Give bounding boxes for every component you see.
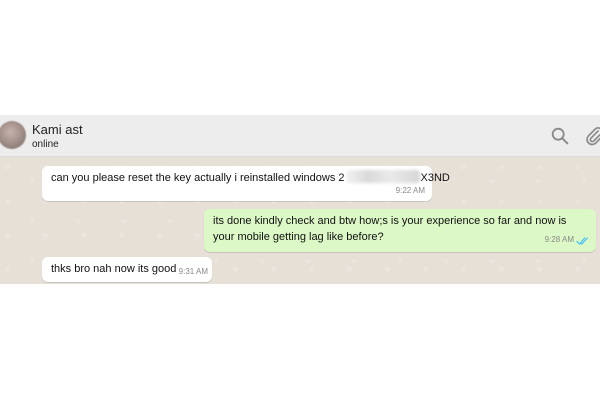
message-incoming[interactable]: can you please reset the key actually i …	[42, 166, 450, 201]
double-check-icon	[576, 237, 588, 245]
contact-name[interactable]: Kami ast	[32, 122, 83, 137]
message-incoming[interactable]: thks bro nah now its good 9:31 AM	[42, 257, 212, 282]
message-time: 9:31 AM	[178, 267, 208, 276]
chat-header: Kami ast online	[0, 115, 600, 157]
contact-status: online	[32, 139, 59, 150]
message-text-part: X3ND	[420, 172, 450, 184]
message-outgoing[interactable]: its done kindly check and btw how;s is y…	[204, 209, 596, 252]
message-time: 9:28 AM	[544, 235, 574, 244]
message-list[interactable]: can you please reset the key actually i …	[0, 157, 600, 284]
message-time: 9:22 AM	[395, 186, 425, 195]
message-text-part: can you please reset the key actually i …	[51, 172, 345, 184]
message-text: its done kindly check and btw how;s is y…	[213, 215, 567, 243]
message-text: thks bro nah now its good	[51, 263, 177, 275]
chat-window: Kami ast online can you please reset the…	[0, 115, 600, 284]
redacted-key-blur	[345, 170, 420, 183]
message-text: can you please reset the key actually i …	[51, 170, 450, 186]
avatar[interactable]	[0, 121, 26, 149]
search-icon[interactable]	[549, 125, 571, 147]
attach-icon[interactable]	[583, 125, 600, 147]
